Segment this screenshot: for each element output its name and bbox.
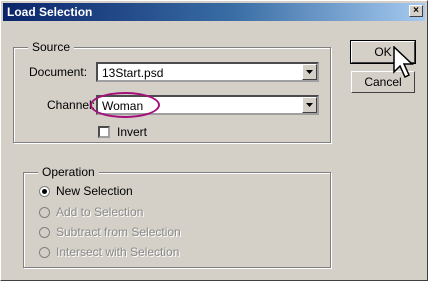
radio-new-selection[interactable] [39, 186, 50, 197]
option-subtract-from-selection-label[interactable]: Subtract from Selection [56, 225, 181, 239]
invert-checkbox[interactable] [98, 126, 110, 138]
channel-dropdown-button[interactable] [302, 97, 317, 113]
option-add-to-selection-label[interactable]: Add to Selection [56, 205, 143, 219]
dropdown-arrow-icon [306, 103, 313, 107]
radio-intersect-with-selection[interactable] [39, 247, 50, 258]
source-legend: Source [28, 40, 75, 54]
dropdown-arrow-icon [306, 70, 313, 74]
invert-label[interactable]: Invert [117, 125, 147, 139]
dialog-title: Load Selection [7, 5, 93, 19]
mouse-pointer-icon [393, 46, 414, 79]
document-dropdown-button[interactable] [302, 64, 317, 80]
radio-selected-dot [42, 189, 47, 194]
close-icon: × [413, 5, 419, 16]
radio-subtract-from-selection[interactable] [39, 227, 50, 238]
document-value: 13Start.psd [102, 66, 164, 80]
load-selection-dialog: Load Selection × Source Document: 13Star… [0, 0, 428, 281]
document-select[interactable]: 13Start.psd [96, 62, 319, 82]
radio-add-to-selection[interactable] [39, 207, 50, 218]
channel-value: Woman [102, 99, 144, 113]
channel-select[interactable]: Woman [96, 95, 319, 115]
option-new-selection-label[interactable]: New Selection [56, 184, 133, 198]
channel-label: Channel: [47, 98, 96, 112]
document-label: Document: [29, 65, 88, 79]
operation-legend: Operation [38, 165, 99, 179]
title-bar: Load Selection × [3, 3, 425, 21]
option-intersect-with-selection-label[interactable]: Intersect with Selection [56, 245, 179, 259]
close-button[interactable]: × [409, 5, 423, 17]
